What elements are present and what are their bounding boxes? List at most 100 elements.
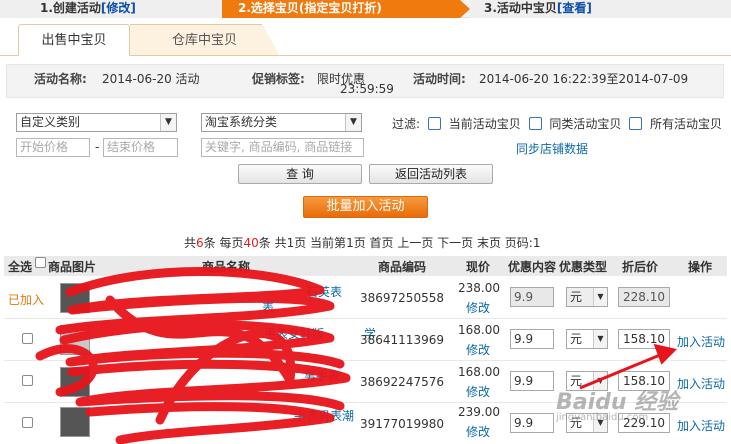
- chevron-down-icon: ▼: [345, 114, 361, 131]
- product-code: 38697250558: [360, 291, 444, 305]
- activity-info-panel: 活动名称: 2014-06-20 活动 促销标签: 限时优惠 活动时间: 201…: [6, 64, 724, 98]
- select-all-checkbox[interactable]: [35, 257, 46, 268]
- discount-input[interactable]: 9.9: [510, 413, 554, 433]
- add-to-activity-link[interactable]: 加入活动: [677, 417, 725, 434]
- chevron-down-icon: ▼: [593, 330, 607, 348]
- header-name: 商品名称: [202, 260, 251, 274]
- step1-label: 1.创建活动: [40, 1, 101, 15]
- step3-label: 3.活动中宝贝: [484, 1, 557, 15]
- pager-current: 1: [346, 236, 354, 250]
- current-activity-label: 当前活动宝贝: [448, 117, 521, 131]
- product-name-link[interactable]: 石英表: [306, 283, 342, 300]
- product-name-link-cont[interactable]: 表: [262, 299, 274, 316]
- pager-text-4: 页 当前第: [294, 236, 347, 250]
- header-price: 现价: [466, 260, 491, 274]
- pager-text-1: 共: [184, 236, 197, 250]
- batch-add-button[interactable]: 批量加入活动: [303, 196, 428, 218]
- row-checkbox[interactable]: [22, 417, 33, 428]
- discount-input[interactable]: 9.9: [510, 287, 554, 307]
- product-name-link[interactable]: 男手表: [304, 367, 340, 384]
- pagination: 共6条 每页40条 共1页 当前第1页 首页 上一页 下一页 末页 页码:1: [184, 234, 540, 251]
- table-row: 手表女韩版 学 38641113969 168.00 修改 9.9 元 ▼ 158…: [4, 319, 727, 361]
- header-after-price: 折后价: [622, 260, 659, 274]
- header-discount: 优惠内容: [508, 260, 557, 274]
- pager-text-5[interactable]: 页 首页 上一页 下一页 末页 页码:: [354, 236, 533, 250]
- activity-time-label: 活动时间:: [413, 72, 466, 86]
- tab-warehouse[interactable]: 仓库中宝贝: [130, 24, 280, 56]
- taobao-category-select[interactable]: 淘宝系统分类 ▼: [201, 113, 362, 132]
- custom-category-value: 自定义类别: [20, 115, 81, 129]
- query-button[interactable]: 查 询: [238, 164, 362, 184]
- after-price-input[interactable]: 158.10: [618, 329, 670, 349]
- sync-store-data-link[interactable]: 同步店铺数据: [516, 140, 588, 157]
- discount-input[interactable]: 9.9: [510, 329, 554, 349]
- start-price-input[interactable]: 开始价格: [16, 138, 90, 157]
- table-header: 全选 商品图片 商品名称 商品编码 现价 优惠内容 优惠类型 折后价 操作: [4, 256, 727, 276]
- chevron-down-icon: ▼: [593, 288, 607, 306]
- filter-options: 过滤: 当前活动宝贝 同类活动宝贝 所有活动宝贝: [392, 115, 726, 132]
- header-select-all: 全选: [8, 260, 33, 274]
- pager-per-page: 40: [243, 236, 259, 250]
- step3-view-link[interactable]: [查看]: [557, 1, 592, 15]
- add-to-activity-link[interactable]: 加入活动: [677, 333, 725, 350]
- step-create-activity: 1.创建活动[修改]: [0, 0, 230, 18]
- taobao-category-value: 淘宝系统分类: [205, 115, 278, 129]
- product-thumbnail[interactable]: [60, 367, 90, 397]
- discount-type-select[interactable]: 元 ▼: [566, 287, 608, 307]
- pager-total: 6: [196, 236, 204, 250]
- step1-edit-link[interactable]: [修改]: [101, 1, 136, 15]
- product-code: 38692247576: [360, 375, 444, 389]
- discount-type-value: 元: [570, 332, 583, 346]
- after-price-input[interactable]: 228.10: [618, 287, 670, 307]
- header-action: 操作: [688, 260, 713, 274]
- filter-label: 过滤:: [392, 117, 421, 131]
- custom-category-select[interactable]: 自定义类别 ▼: [16, 113, 177, 132]
- step-progress-bar: 1.创建活动[修改] 2.选择宝贝(指定宝贝打折) 3.活动中宝贝[查看]: [0, 0, 731, 18]
- pager-page-no: 1: [532, 236, 541, 250]
- tab-bar: 出售中宝贝 仓库中宝贝: [0, 24, 731, 56]
- product-code: 38641113969: [360, 333, 444, 347]
- price-range-dash: -: [95, 140, 100, 154]
- chevron-down-icon: ▼: [160, 114, 176, 131]
- discount-type-select[interactable]: 元 ▼: [566, 329, 608, 349]
- discount-input[interactable]: 9.9: [510, 371, 554, 391]
- promo-tag-label: 促销标签:: [252, 72, 305, 86]
- activity-name-label: 活动名称:: [34, 72, 87, 86]
- add-to-activity-link[interactable]: 加入活动: [677, 375, 725, 392]
- product-name-link[interactable]: 手表男表潮: [294, 407, 354, 424]
- step2-label: 2.选择宝贝(指定宝贝打折): [238, 1, 382, 15]
- step-select-items: 2.选择宝贝(指定宝贝打折): [222, 0, 470, 18]
- end-price-input[interactable]: 结束价格: [103, 138, 178, 157]
- checkbox-current-activity[interactable]: [427, 117, 441, 130]
- current-price: 238.00: [458, 281, 500, 295]
- current-price: 239.00: [458, 405, 500, 419]
- header-code: 商品编码: [378, 260, 427, 274]
- activity-name-value: 2014-06-20 活动: [102, 72, 200, 86]
- checkbox-same-activity[interactable]: [528, 117, 542, 130]
- current-price: 168.00: [458, 365, 500, 379]
- product-code: 39177019980: [360, 417, 444, 431]
- row-checkbox[interactable]: [22, 375, 33, 386]
- pager-text-3: 条 共: [258, 236, 287, 250]
- product-thumbnail[interactable]: [60, 407, 90, 437]
- product-thumbnail[interactable]: [60, 325, 90, 355]
- row-checkbox[interactable]: [22, 333, 33, 344]
- product-thumbnail[interactable]: [60, 283, 90, 313]
- edit-price-link[interactable]: 修改: [466, 423, 490, 440]
- keyword-search-input[interactable]: 关键字, 商品编码, 商品链接: [201, 138, 364, 157]
- pager-text-2: 条 每页: [203, 236, 244, 250]
- product-name-link[interactable]: 手表女韩版: [264, 325, 324, 342]
- current-price: 168.00: [458, 323, 500, 337]
- checkbox-all-activity[interactable]: [629, 117, 643, 130]
- edit-price-link[interactable]: 修改: [466, 383, 490, 400]
- baidu-watermark: Baidu 经验 jingyan.baidu.com: [556, 384, 678, 423]
- back-to-list-button[interactable]: 返回活动列表: [369, 164, 493, 184]
- edit-price-link[interactable]: 修改: [466, 299, 490, 316]
- edit-price-link[interactable]: 修改: [466, 341, 490, 358]
- header-discount-type: 优惠类型: [559, 260, 608, 274]
- tab-on-sale[interactable]: 出售中宝贝: [18, 24, 130, 56]
- discount-type-value: 元: [570, 290, 583, 304]
- same-activity-label: 同类活动宝贝: [549, 117, 622, 131]
- header-image: 商品图片: [48, 260, 97, 274]
- activity-time-end: 23:59:59: [340, 82, 394, 96]
